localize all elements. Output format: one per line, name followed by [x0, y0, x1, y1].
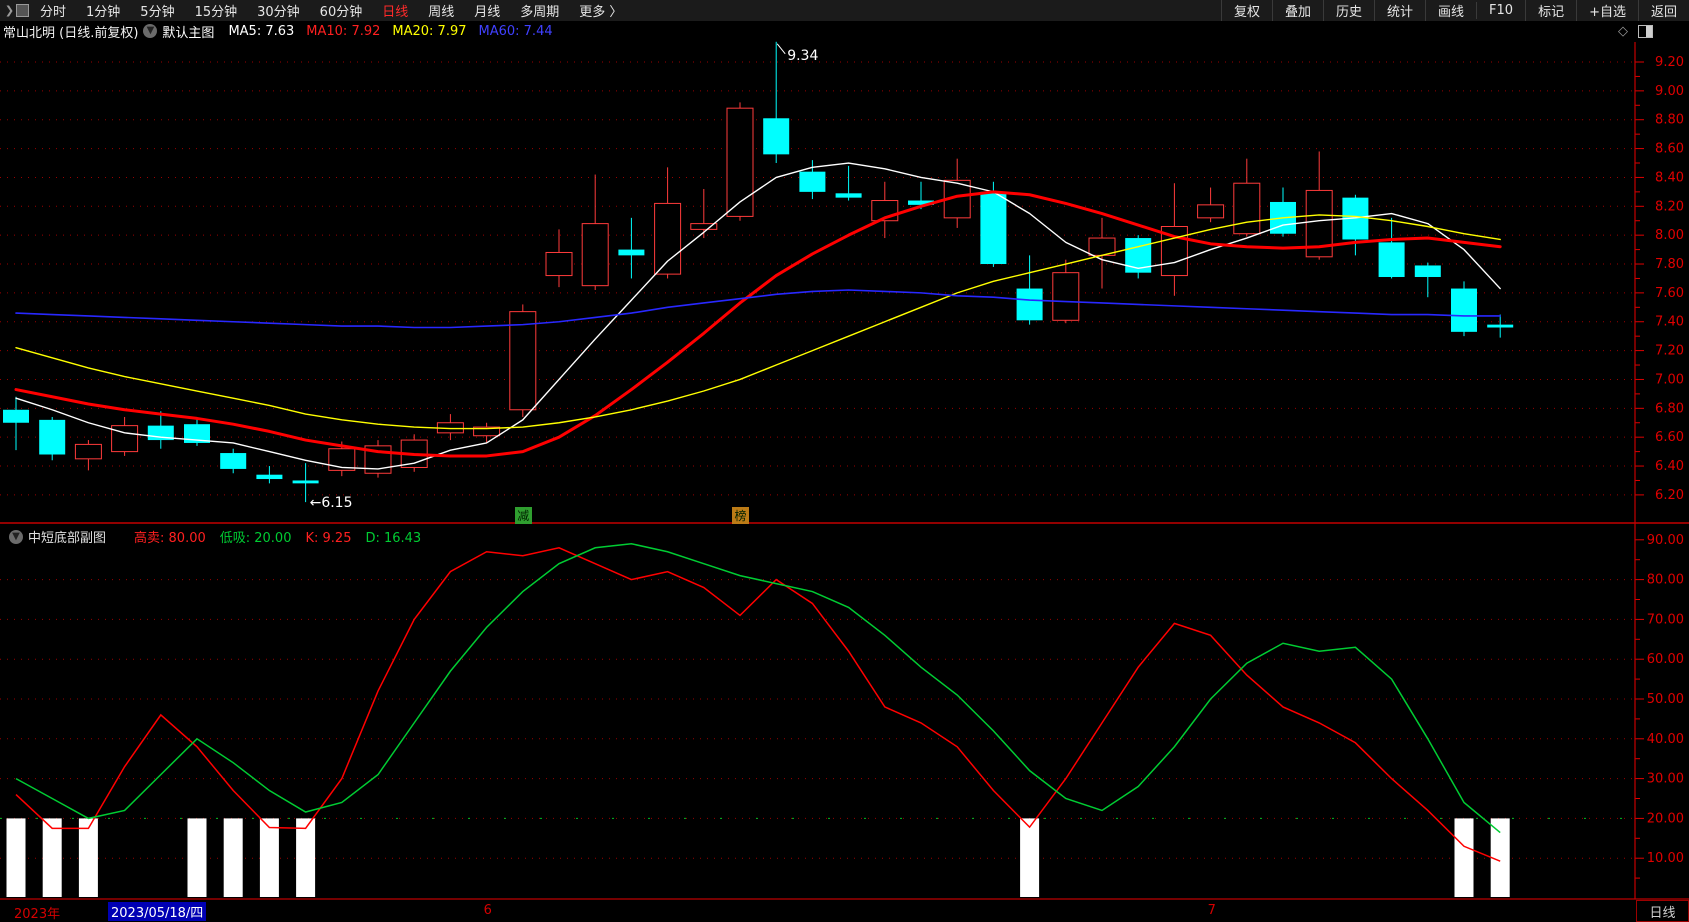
- svg-text:7.00: 7.00: [1655, 372, 1684, 387]
- sub-chart-params: 高卖: 80.00 低吸: 20.00 K: 9.25 D: 16.43: [134, 527, 435, 546]
- date-axis-bar: 2023年 2023/05/18/四 6 7 日线: [0, 900, 1689, 922]
- svg-text:8.00: 8.00: [1655, 228, 1684, 243]
- svg-text:9.20: 9.20: [1655, 55, 1684, 70]
- year-label: 2023年: [14, 907, 61, 922]
- svg-text:70.00: 70.00: [1647, 612, 1684, 627]
- ma-legend: MA5: 7.63 MA10: 7.92 MA20: 7.97 MA60: 7.44: [228, 24, 564, 39]
- svg-text:80.00: 80.00: [1647, 573, 1684, 588]
- stock-title: 常山北明 (日线.前复权): [3, 25, 139, 41]
- period-indicator[interactable]: 日线: [1636, 900, 1689, 922]
- period-tab-多周期[interactable]: 多周期: [510, 0, 569, 21]
- svg-text:90.00: 90.00: [1647, 533, 1684, 548]
- main-chart-label[interactable]: 默认主图: [162, 22, 214, 41]
- top-toolbar: ❯ 分时 1分钟 5分钟 15分钟 30分钟 60分钟 日线 周线 月线 多周期 更多 〉 复权 叠加…: [0, 0, 1689, 22]
- sub-chart-title: 中短底部副图: [28, 531, 107, 546]
- svg-text:7.60: 7.60: [1655, 286, 1684, 301]
- diamond-icon[interactable]: ◇: [1618, 24, 1628, 39]
- svg-text:9.00: 9.00: [1655, 84, 1684, 99]
- ma-label: MA20: 7.97: [392, 23, 467, 39]
- svg-text:40.00: 40.00: [1647, 732, 1684, 747]
- svg-text:8.80: 8.80: [1655, 113, 1684, 128]
- period-tab-1分钟[interactable]: 1分钟: [76, 0, 130, 21]
- svg-text:8.40: 8.40: [1655, 170, 1684, 185]
- svg-text:20.00: 20.00: [1647, 811, 1684, 826]
- svg-text:7.80: 7.80: [1655, 257, 1684, 272]
- period-tab-30分钟[interactable]: 30分钟: [247, 0, 310, 21]
- month-marker-6: 6: [483, 903, 492, 918]
- chevron-down-icon[interactable]: ▼: [9, 529, 23, 544]
- sub-chart-param: D: 16.43: [365, 531, 422, 546]
- svg-text:8.20: 8.20: [1655, 199, 1684, 214]
- toolbar-action-统计[interactable]: 统计: [1374, 0, 1425, 21]
- toolbar-action-复权[interactable]: 复权: [1220, 0, 1272, 21]
- toolbar-actions: 复权 叠加 历史 统计 画线 F10 标记 +自选 返回: [1220, 0, 1689, 21]
- month-marker-7: 7: [1207, 903, 1216, 918]
- svg-text:8.60: 8.60: [1655, 142, 1684, 157]
- info-bar: 常山北明 (日线.前复权) ▼ 默认主图 MA5: 7.63 MA10: 7.92…: [0, 21, 1689, 41]
- svg-text:6.40: 6.40: [1655, 459, 1684, 474]
- chevron-down-icon[interactable]: ▼: [143, 24, 158, 38]
- ma-label: MA5: 7.63: [228, 23, 295, 39]
- period-tab-15分钟[interactable]: 15分钟: [185, 0, 248, 21]
- split-window-icon[interactable]: [1638, 24, 1653, 38]
- selected-date-label: 2023/05/18/四: [108, 902, 207, 921]
- svg-text:60.00: 60.00: [1647, 652, 1684, 667]
- svg-text:30.00: 30.00: [1647, 772, 1684, 787]
- sub-chart-param: 高卖: 80.00: [134, 531, 206, 546]
- sub-chart-param: K: 9.25: [305, 531, 352, 546]
- svg-text:6.80: 6.80: [1655, 401, 1684, 416]
- svg-text:9.34: 9.34: [787, 48, 818, 64]
- period-tabs: 分时 1分钟 5分钟 15分钟 30分钟 60分钟 日线 周线 月线 多周期 更多 〉: [30, 0, 632, 21]
- period-tab-更多 〉[interactable]: 更多 〉: [569, 0, 632, 21]
- svg-text:7.40: 7.40: [1655, 315, 1684, 330]
- toolbar-action-画线[interactable]: 画线: [1425, 0, 1476, 21]
- period-tab-分时[interactable]: 分时: [30, 0, 76, 21]
- signal-flag-减: 减: [514, 507, 532, 524]
- ma-label: MA60: 7.44: [478, 23, 553, 39]
- toolbar-action-返回[interactable]: 返回: [1637, 0, 1689, 21]
- period-tab-60分钟[interactable]: 60分钟: [310, 0, 373, 21]
- app-logo-icon[interactable]: ❯: [4, 3, 30, 18]
- ma-label: MA10: 7.92: [306, 23, 381, 39]
- toolbar-action-叠加[interactable]: 叠加: [1271, 0, 1323, 21]
- svg-text:10.00: 10.00: [1647, 851, 1684, 866]
- sub-chart-header: ▼ 中短底部副图 高卖: 80.00 低吸: 20.00 K: 9.25 D: 16.…: [4, 527, 435, 546]
- period-tab-日线[interactable]: 日线: [372, 0, 418, 21]
- svg-text:50.00: 50.00: [1647, 692, 1684, 707]
- period-tab-5分钟[interactable]: 5分钟: [130, 0, 184, 21]
- svg-text:7.20: 7.20: [1655, 344, 1684, 359]
- period-tab-月线[interactable]: 月线: [464, 0, 510, 21]
- svg-text:6.60: 6.60: [1655, 430, 1684, 445]
- app-window: 9.20 9.00 8.80 8.60 8.40 8.20 8.00 7.80 7.60 7.40…: [0, 0, 1689, 922]
- svg-text:←6.15: ←6.15: [310, 495, 353, 511]
- toolbar-action-历史[interactable]: 历史: [1322, 0, 1374, 21]
- toolbar-action-F10[interactable]: F10: [1476, 2, 1525, 19]
- period-tab-周线[interactable]: 周线: [418, 0, 464, 21]
- toolbar-action-+自选[interactable]: +自选: [1576, 0, 1638, 21]
- toolbar-action-标记[interactable]: 标记: [1525, 0, 1576, 21]
- signal-flag-榜: 榜: [732, 507, 749, 524]
- chart-canvas[interactable]: 9.20 9.00 8.80 8.60 8.40 8.20 8.00 7.80 7.60 7.40…: [0, 0, 1689, 922]
- sub-chart-param: 低吸: 20.00: [219, 531, 292, 546]
- svg-text:6.20: 6.20: [1655, 488, 1684, 503]
